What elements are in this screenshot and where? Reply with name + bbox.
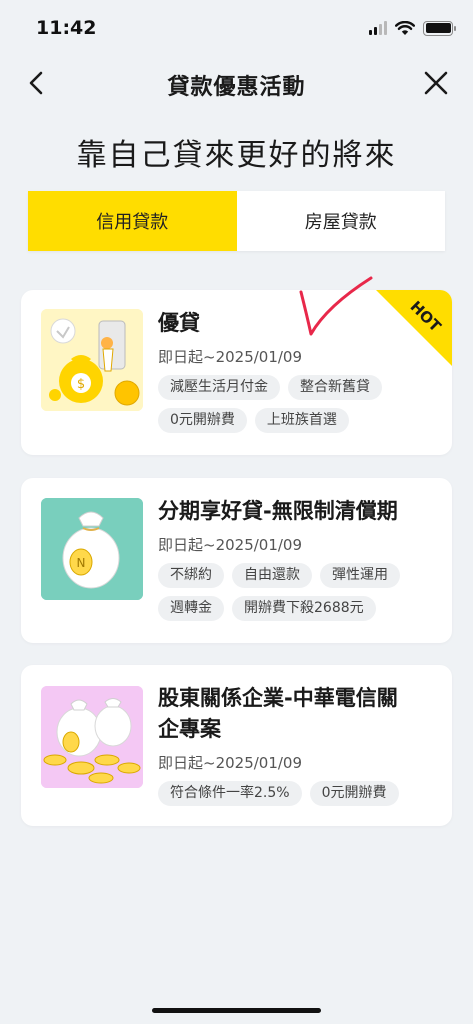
card-title-line: 企專案 <box>158 717 221 741</box>
money-bag-illustration: N <box>41 498 143 600</box>
handwritten-check-mark <box>299 276 373 336</box>
headline: 靠自己貸來更好的將來 <box>76 138 397 173</box>
promo-card-youdai[interactable]: $ 優貸 即日起~2025/01/09 減壓生活月付金 整合新舊貸 0元開辦費 … <box>21 290 452 455</box>
tag-list: 不綁約 自由還款 彈性運用 週轉金 開辦費下殺2688元 <box>158 563 440 621</box>
page-title: 貸款優惠活動 <box>167 75 306 100</box>
tag: 符合條件一率2.5% <box>158 781 302 806</box>
wifi-icon <box>395 20 415 35</box>
money-bags-illustration <box>41 686 143 788</box>
hot-badge: HOT <box>376 290 452 366</box>
status-icons <box>369 20 456 36</box>
tag: 減壓生活月付金 <box>158 375 280 400</box>
card-body: 分期享好貸-無限制清償期 即日起~2025/01/09 不綁約 自由還款 彈性運… <box>158 496 440 621</box>
nav-bar: 貸款優惠活動 <box>0 56 473 110</box>
tag: 彈性運用 <box>320 563 400 588</box>
tag: 上班族首選 <box>254 408 349 433</box>
card-date: 即日起~2025/01/09 <box>158 536 303 554</box>
status-time: 11:42 <box>36 17 97 39</box>
tag: 不綁約 <box>158 563 224 588</box>
status-bar: 11:42 <box>0 0 473 56</box>
home-indicator[interactable] <box>152 1008 321 1013</box>
card-title: 分期享好貸-無限制清償期 <box>158 499 398 523</box>
tab-mortgage-loan[interactable]: 房屋貸款 <box>237 191 446 251</box>
card-body: 股東關係企業-中華電信關 企專案 即日起~2025/01/09 符合條件一率2.… <box>158 683 440 806</box>
svg-text:N: N <box>77 556 86 570</box>
money-bag-illustration: $ <box>41 309 143 411</box>
tag: 0元開辦費 <box>309 781 399 806</box>
tag: 週轉金 <box>158 596 224 621</box>
card-title-line: 股東關係企業-中華電信關 <box>158 686 398 710</box>
card-date: 即日起~2025/01/09 <box>158 754 303 772</box>
tag: 整合新舊貸 <box>288 375 382 400</box>
tag: 開辦費下殺2688元 <box>232 596 376 621</box>
battery-icon <box>423 20 456 36</box>
tab-credit-loan[interactable]: 信用貸款 <box>28 191 237 251</box>
tag: 0元開辦費 <box>158 408 247 433</box>
promo-card-installment[interactable]: N 分期享好貸-無限制清償期 即日起~2025/01/09 不綁約 自由還款 彈… <box>21 478 452 643</box>
svg-text:$: $ <box>77 377 85 392</box>
card-title: 股東關係企業-中華電信關 企專案 <box>158 683 440 745</box>
close-icon[interactable] <box>421 68 451 98</box>
cellular-signal-icon <box>369 21 387 35</box>
tag-list: 符合條件一率2.5% 0元開辦費 <box>158 781 440 806</box>
loan-type-tabs: 信用貸款 房屋貸款 <box>28 191 445 251</box>
tag-list: 減壓生活月付金 整合新舊貸 0元開辦費 上班族首選 <box>158 375 440 433</box>
promo-card-cht-affiliate[interactable]: 股東關係企業-中華電信關 企專案 即日起~2025/01/09 符合條件一率2.… <box>21 665 452 826</box>
tag: 自由還款 <box>232 563 312 588</box>
